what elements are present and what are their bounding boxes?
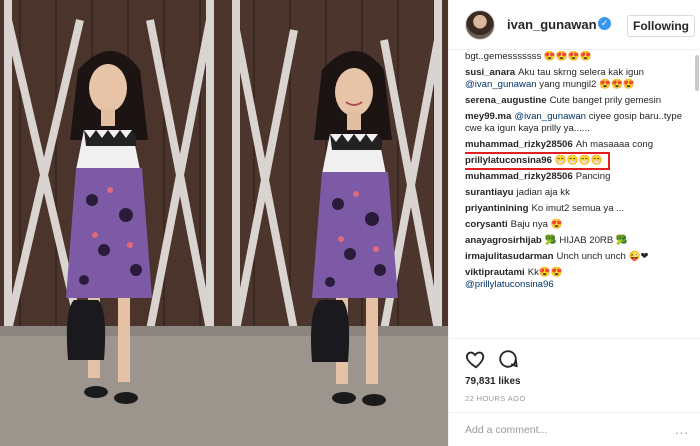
comment-item: surantiayu jadian aja kk — [465, 187, 691, 199]
comments-list: bgt..gemesssssss 😍😍😍😍 susi_anara Aku tau … — [465, 51, 691, 336]
post-timestamp[interactable]: 22 HOURS AGO — [465, 394, 526, 403]
comment-item: muhammad_rizky28506 Pancing — [465, 171, 691, 183]
comment-item: viktiprautami Kk😍😍 @prillylatuconsina96 — [465, 267, 691, 291]
comment-mention[interactable]: @ivan_gunawan — [514, 111, 586, 122]
add-comment-bar: ... — [449, 412, 700, 446]
comment-username[interactable]: prillylatuconsina96 — [465, 155, 552, 166]
comment-item: muhammad_rizky28506 Ah masaaaa cong — [465, 139, 691, 151]
post-sidebar: ivan_gunawan ✓ Following bgt..gemessssss… — [448, 0, 700, 446]
comments-scrollbar[interactable] — [695, 55, 699, 330]
comment-item: serena_augustine Cute banget prily gemesi… — [465, 95, 691, 107]
heart-icon[interactable] — [465, 348, 487, 370]
comment-bubble-icon[interactable] — [497, 348, 519, 370]
username-link[interactable]: ivan_gunawan — [507, 17, 597, 32]
comment-username[interactable]: susi_anara — [465, 67, 515, 78]
comment-username[interactable]: surantiayu — [465, 187, 514, 198]
comment-item: bgt..gemesssssss 😍😍😍😍 — [465, 51, 691, 63]
comment-text: Kk😍😍 — [527, 267, 563, 278]
highlight-box: prillylatuconsina96 😁😁😁😁 — [465, 152, 610, 170]
comment-text: 🥦 HIJAB 20RB 🥦 — [544, 235, 628, 246]
comment-text: bgt..gemesssssss 😍😍😍😍 — [465, 51, 592, 62]
avatar[interactable] — [465, 10, 495, 40]
post-actions: 79,831 likes 22 HOURS AGO — [449, 338, 700, 412]
comment-username[interactable]: anayagrosirhijab — [465, 235, 542, 246]
comment-item: mey99.ma @ivan_gunawan ciyee gosip baru..… — [465, 111, 691, 135]
photo-scene — [224, 0, 448, 446]
comment-mention[interactable]: @ivan_gunawan — [465, 79, 537, 90]
comment-item: anayagrosirhijab 🥦 HIJAB 20RB 🥦 — [465, 235, 691, 247]
comment-username[interactable]: corysanti — [465, 219, 508, 230]
likes-count[interactable]: 79,831 likes — [465, 376, 521, 387]
comment-text: Unch unch unch 😜❤ — [556, 251, 649, 262]
more-options-button[interactable]: ... — [675, 422, 689, 437]
photo-panel-left — [0, 0, 224, 446]
comment-item-highlighted: prillylatuconsina96 😁😁😁😁 — [465, 152, 691, 170]
comment-username[interactable]: muhammad_rizky28506 — [465, 139, 573, 150]
post-photo[interactable] — [0, 0, 448, 446]
comment-text: 😁😁😁😁 — [554, 155, 603, 166]
comment-text: Ko imut2 semua ya ... — [531, 203, 625, 214]
comment-text: Pancing — [575, 171, 611, 182]
photo-scene — [0, 0, 224, 446]
comment-item: corysanti Baju nya 😍 — [465, 219, 691, 231]
photo-panel-right — [224, 0, 448, 446]
following-button[interactable]: Following — [627, 15, 695, 37]
comment-text: jadian aja kk — [516, 187, 570, 198]
comment-text: Baju nya 😍 — [510, 219, 563, 230]
comment-username[interactable]: priyantinining — [465, 203, 528, 214]
comment-item: irmajulitasudarman Unch unch unch 😜❤ — [465, 251, 691, 263]
comment-item: susi_anara Aku tau skrng selera kak igun … — [465, 67, 691, 91]
comment-text: Ah masaaaa cong — [575, 139, 654, 150]
comment-username[interactable]: mey99.ma — [465, 111, 511, 122]
comment-username[interactable]: viktiprautami — [465, 267, 525, 278]
comment-username[interactable]: irmajulitasudarman — [465, 251, 554, 262]
comment-item: priyantinining Ko imut2 semua ya ... — [465, 203, 691, 215]
scrollbar-thumb[interactable] — [695, 55, 699, 91]
post-header: ivan_gunawan ✓ Following — [449, 0, 700, 50]
comment-mention[interactable]: @prillylatuconsina96 — [465, 279, 554, 290]
verified-badge-icon: ✓ — [598, 17, 611, 30]
comment-text: yang mungil2 😍😍😍 — [536, 79, 635, 90]
comment-text: Aku tau skrng selera kak igun — [518, 67, 644, 78]
comment-username[interactable]: serena_augustine — [465, 95, 547, 106]
comment-text: Cute banget prily gemesin — [549, 95, 662, 106]
comment-username[interactable]: muhammad_rizky28506 — [465, 171, 573, 182]
add-comment-input[interactable] — [465, 421, 665, 439]
